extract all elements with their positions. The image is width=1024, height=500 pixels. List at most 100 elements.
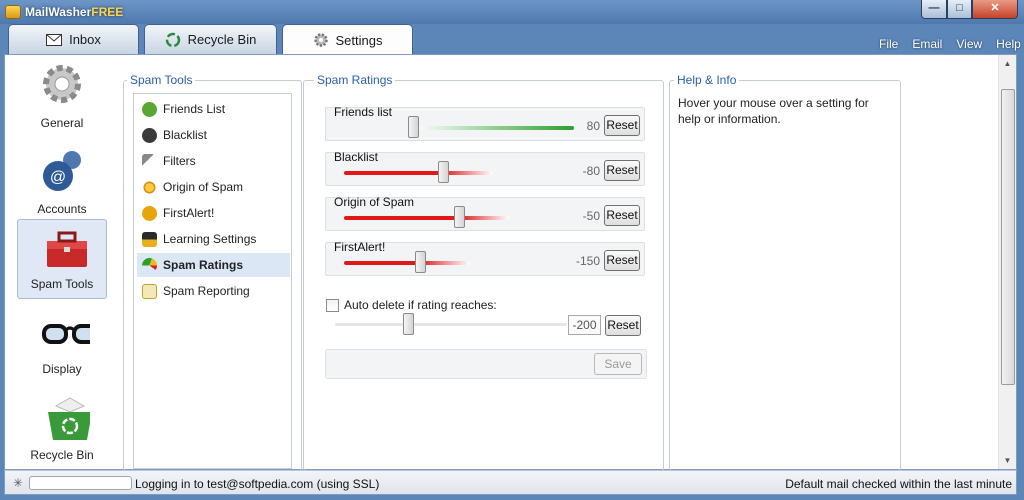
- tool-label: Spam Ratings: [163, 258, 244, 272]
- friends-icon: [142, 101, 157, 117]
- rating-value: -50: [582, 209, 600, 223]
- rating-slider-thumb[interactable]: [454, 206, 465, 228]
- tool-label: Learning Settings: [163, 232, 257, 246]
- rating-value: -150: [575, 254, 600, 268]
- save-bar: Save: [325, 349, 647, 379]
- menu-view[interactable]: View: [949, 37, 989, 51]
- tab-recycle-bin[interactable]: Recycle Bin: [144, 24, 277, 54]
- save-button[interactable]: Save: [594, 353, 642, 375]
- menu-email[interactable]: Email: [905, 37, 949, 51]
- rating-origin-of-spam: Origin of Spam -50 Reset: [325, 195, 645, 231]
- tool-origin-of-spam[interactable]: Origin of Spam: [137, 175, 290, 199]
- rating-slider-thumb[interactable]: [408, 116, 419, 138]
- tool-label: Filters: [163, 154, 196, 168]
- status-check-time: Default mail checked within the last min…: [785, 477, 1012, 491]
- envelope-icon: [46, 33, 63, 46]
- rating-track: [344, 171, 493, 175]
- blacklist-icon: [142, 127, 157, 143]
- recycle-bin-icon: [48, 397, 90, 440]
- rating-label: Origin of Spam: [334, 195, 415, 209]
- nav-item-recycle-bin[interactable]: Recycle Bin: [17, 391, 107, 471]
- minimize-button[interactable]: —: [921, 0, 947, 19]
- nav-item-accounts[interactable]: @ Accounts: [17, 145, 107, 225]
- menu-file[interactable]: File: [872, 37, 905, 51]
- app-title: MailWasherFREE: [25, 5, 124, 19]
- rating-track: [344, 261, 470, 265]
- toolbox-icon: [47, 231, 87, 267]
- recycle-icon: [165, 32, 180, 47]
- filter-icon: [142, 153, 157, 169]
- auto-delete-reset-button[interactable]: Reset: [605, 315, 641, 336]
- rating-blacklist: Blacklist -80 Reset: [325, 150, 645, 186]
- tab-label: Inbox: [69, 32, 101, 47]
- reset-button[interactable]: Reset: [604, 205, 640, 226]
- nav-item-spam-tools[interactable]: Spam Tools: [17, 219, 107, 299]
- maximize-button[interactable]: □: [947, 0, 972, 19]
- menu-bar: File Email View Help: [872, 37, 1024, 51]
- nav-item-display[interactable]: Display: [17, 305, 107, 385]
- rating-value: 80: [586, 119, 600, 133]
- auto-delete-value: -200: [568, 315, 601, 335]
- gear-icon: [313, 33, 328, 47]
- scrollbar-thumb[interactable]: [1001, 89, 1015, 385]
- nav-label: Accounts: [37, 202, 87, 216]
- settings-panel: General @ Accounts Spam Tools Display Re…: [4, 54, 1017, 471]
- tool-learning-settings[interactable]: Learning Settings: [137, 227, 290, 251]
- rating-label: Friends list: [334, 105, 393, 119]
- auto-delete-row: Auto delete if rating reaches:: [326, 298, 497, 312]
- tool-label: Spam Reporting: [163, 284, 250, 298]
- auto-delete-track: [335, 323, 567, 326]
- rating-slider-thumb[interactable]: [437, 161, 449, 183]
- spam-tools-list: Friends List Blacklist Filters Origin of…: [133, 93, 292, 469]
- tab-settings[interactable]: Settings: [282, 24, 413, 55]
- menu-help[interactable]: Help: [989, 37, 1024, 51]
- scroll-down-arrow-icon[interactable]: ▼: [999, 452, 1016, 469]
- tool-spam-reporting[interactable]: Spam Reporting: [137, 279, 290, 303]
- reset-button[interactable]: Reset: [604, 250, 640, 271]
- help-heading: Help & Info: [674, 73, 740, 87]
- rating-slider-thumb[interactable]: [414, 251, 426, 273]
- alert-icon: [142, 205, 157, 221]
- status-message: Logging in to test@softpedia.com (using …: [135, 477, 380, 491]
- origin-icon: [142, 179, 157, 195]
- help-text: Hover your mouse over a setting for help…: [678, 96, 869, 126]
- close-button[interactable]: ✕: [972, 0, 1018, 19]
- auto-delete-label: Auto delete if rating reaches:: [344, 298, 497, 312]
- tool-friends-list[interactable]: Friends List: [137, 97, 290, 121]
- vertical-scrollbar[interactable]: ▲ ▼: [998, 55, 1016, 469]
- app-logo-icon: [5, 5, 21, 19]
- report-icon: [142, 283, 157, 299]
- progress-bar: [29, 476, 132, 490]
- rating-friends-list: Friends list 80 Reset: [325, 105, 645, 141]
- tool-label: FirstAlert!: [163, 206, 215, 220]
- reset-button[interactable]: Reset: [604, 160, 640, 181]
- scroll-up-arrow-icon[interactable]: ▲: [999, 55, 1016, 72]
- at-sign-icon: @: [43, 151, 81, 191]
- tool-blacklist[interactable]: Blacklist: [137, 123, 290, 147]
- tab-label: Recycle Bin: [187, 32, 257, 47]
- gauge-icon: [142, 257, 157, 273]
- tab-label: Settings: [335, 32, 383, 48]
- nav-item-general[interactable]: General: [17, 59, 107, 139]
- spinner-icon: ✳: [13, 476, 24, 490]
- nav-label: Spam Tools: [30, 277, 94, 291]
- tab-inbox[interactable]: Inbox: [8, 24, 139, 54]
- tool-spam-ratings[interactable]: Spam Ratings: [137, 253, 290, 277]
- nav-label: General: [40, 116, 84, 130]
- tool-firstalert[interactable]: FirstAlert!: [137, 201, 290, 225]
- nav-label: Recycle Bin: [30, 448, 94, 462]
- auto-delete-slider-thumb[interactable]: [403, 313, 414, 335]
- auto-delete-checkbox[interactable]: [326, 298, 339, 312]
- nav-label: Display: [42, 362, 82, 376]
- rating-firstalert: FirstAlert! -150 Reset: [325, 240, 645, 276]
- spam-ratings-heading: Spam Ratings: [314, 73, 396, 87]
- tool-filters[interactable]: Filters: [137, 149, 290, 173]
- help-group: [669, 80, 901, 471]
- rating-label: Blacklist: [334, 150, 379, 164]
- gear-icon: [43, 65, 81, 103]
- reset-button[interactable]: Reset: [604, 115, 640, 136]
- rating-track: [413, 126, 574, 130]
- tool-label: Friends List: [163, 102, 226, 116]
- title-bar: MailWasherFREE — □ ✕: [0, 0, 1024, 24]
- rating-value: -80: [582, 164, 600, 178]
